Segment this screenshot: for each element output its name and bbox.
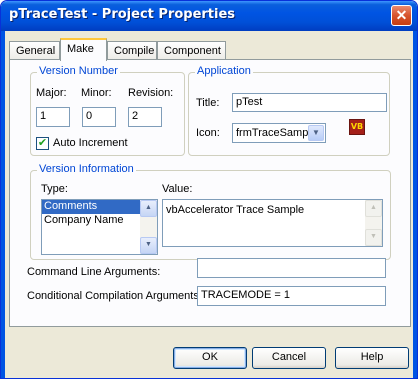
tab-component[interactable]: Component [157, 41, 226, 60]
type-label: Type: [41, 183, 68, 195]
application-group: Application Title: pTest Icon: frmTraceS… [188, 65, 390, 156]
version-information-group: Version Information Type: Value: Comment… [30, 163, 391, 260]
scroll-up-icon[interactable]: ▲ [140, 200, 157, 217]
help-button[interactable]: Help [335, 347, 409, 369]
revision-field[interactable]: 2 [128, 107, 162, 127]
tab-general[interactable]: General [9, 41, 60, 60]
application-legend: Application [195, 65, 253, 77]
window-border-right [413, 31, 417, 378]
window-title: pTraceTest - Project Properties [9, 7, 236, 22]
cancel-button[interactable]: Cancel [252, 347, 326, 369]
conditional-compilation-field[interactable]: TRACEMODE = 1 [197, 286, 386, 306]
vb-project-icon: VB [349, 119, 365, 135]
icon-label: Icon: [196, 127, 220, 139]
value-field[interactable]: vbAccelerator Trace Sample ▲ ▼ [162, 199, 383, 247]
chevron-down-icon[interactable]: ▼ [308, 125, 324, 141]
title-label: Title: [196, 97, 220, 109]
window-border-left [1, 31, 5, 378]
close-icon[interactable]: ✕ [391, 5, 412, 26]
revision-label: Revision: [128, 87, 174, 99]
ok-button[interactable]: OK [173, 347, 247, 369]
type-listbox[interactable]: Comments Company Name ▲ ▼ [41, 199, 158, 255]
value-text: vbAccelerator Trace Sample [166, 204, 305, 216]
version-number-group: Version Number Major: Minor: Revision: 1… [30, 65, 185, 156]
value-label: Value: [162, 183, 193, 195]
major-field[interactable]: 1 [36, 107, 70, 127]
scroll-down-icon[interactable]: ▼ [365, 229, 382, 246]
command-line-field[interactable] [197, 258, 386, 278]
title-bar[interactable]: pTraceTest - Project Properties ✕ [1, 1, 417, 31]
scroll-up-icon[interactable]: ▲ [365, 200, 382, 217]
tab-make[interactable]: Make [60, 38, 107, 61]
auto-increment-label[interactable]: Auto Increment [53, 137, 128, 149]
version-number-legend: Version Number [37, 65, 120, 77]
value-scrollbar[interactable]: ▲ ▼ [365, 200, 382, 246]
icon-select[interactable]: frmTraceSample ▼ [232, 123, 326, 143]
title-field[interactable]: pTest [232, 93, 387, 112]
minor-label: Minor: [81, 87, 112, 99]
project-properties-dialog: pTraceTest - Project Properties ✕ Genera… [0, 0, 418, 379]
scroll-down-icon[interactable]: ▼ [140, 237, 157, 254]
conditional-compilation-label: Conditional Compilation Arguments: [27, 290, 202, 302]
command-line-label: Command Line Arguments: [27, 266, 161, 278]
auto-increment-checkbox[interactable]: ✔ [36, 137, 49, 150]
icon-select-value: frmTraceSample [236, 127, 317, 139]
major-label: Major: [36, 87, 67, 99]
minor-field[interactable]: 0 [82, 107, 116, 127]
make-tab-panel: Version Number Major: Minor: Revision: 1… [9, 59, 411, 327]
type-scrollbar[interactable]: ▲ ▼ [140, 200, 157, 254]
version-information-legend: Version Information [37, 163, 136, 175]
tab-compile[interactable]: Compile [107, 41, 157, 60]
